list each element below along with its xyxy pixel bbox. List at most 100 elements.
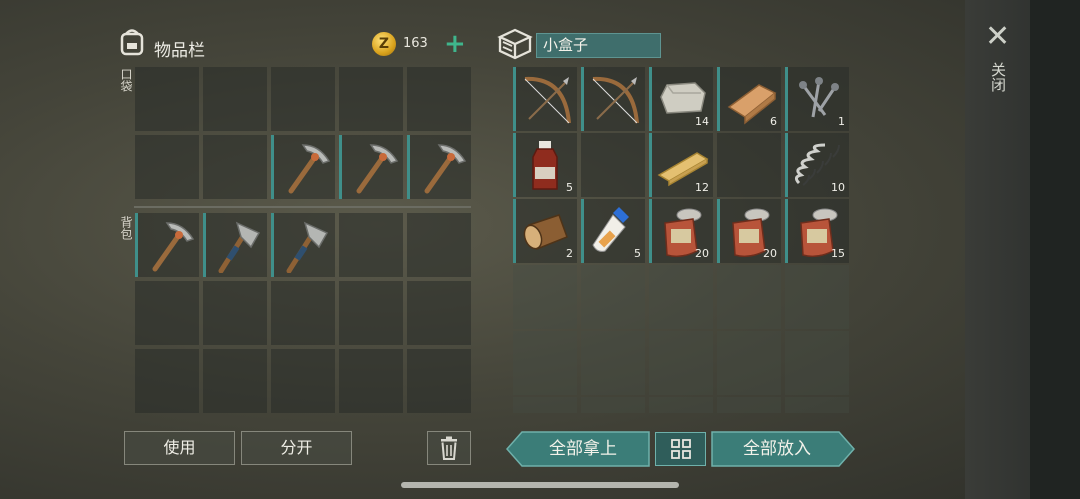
close-label[interactable]: 关闭 <box>988 62 1009 92</box>
item-count: 12 <box>695 181 709 194</box>
log-icon <box>523 214 568 250</box>
backpack-slot[interactable] <box>339 213 403 277</box>
container-slot[interactable] <box>649 397 713 413</box>
pocket-slot[interactable] <box>339 67 403 131</box>
side-panel-edge <box>1030 0 1080 499</box>
item-count: 20 <box>695 247 709 260</box>
pocket-slot[interactable] <box>407 67 471 131</box>
container-slot[interactable]: 20 <box>717 199 781 263</box>
pocket-slot[interactable] <box>135 135 199 199</box>
backpack-slot[interactable] <box>271 213 335 277</box>
container-slot[interactable] <box>581 265 645 329</box>
container-slot[interactable] <box>649 331 713 395</box>
container-slot[interactable] <box>785 397 849 413</box>
backpack-slot[interactable] <box>407 281 471 345</box>
container-slot[interactable] <box>581 133 645 197</box>
item-count: 10 <box>831 181 845 194</box>
pickaxe-icon <box>424 144 467 194</box>
item-count: 2 <box>566 247 573 260</box>
trash-button[interactable] <box>427 431 471 465</box>
container-slot[interactable] <box>513 265 577 329</box>
container-slot[interactable] <box>581 331 645 395</box>
sort-button[interactable] <box>655 432 706 466</box>
backpack-slot[interactable] <box>203 281 267 345</box>
backpack-slot[interactable] <box>135 281 199 345</box>
add-coins-button[interactable]: + <box>444 31 466 57</box>
split-button[interactable]: 分开 <box>241 431 352 465</box>
backpack-slot[interactable] <box>339 349 403 413</box>
pocket-slot[interactable] <box>339 135 403 199</box>
pocket-slot[interactable] <box>271 67 335 131</box>
backpack-slot[interactable] <box>407 213 471 277</box>
container-slot[interactable]: 2 <box>513 199 577 263</box>
pocket-slot[interactable] <box>407 135 471 199</box>
backpack-slot[interactable] <box>203 213 267 277</box>
home-indicator <box>401 482 679 488</box>
item-count: 15 <box>831 247 845 260</box>
item-count: 1 <box>838 115 845 128</box>
container-slot[interactable]: 14 <box>649 67 713 131</box>
item-count: 5 <box>634 247 641 260</box>
box-icon <box>497 28 533 60</box>
backpack-slot[interactable] <box>271 349 335 413</box>
put-all-button[interactable]: 全部放入 <box>711 432 843 466</box>
backpack-slot[interactable] <box>339 281 403 345</box>
container-slot[interactable]: 20 <box>649 199 713 263</box>
backpack-slot[interactable] <box>135 349 199 413</box>
container-slot[interactable] <box>717 331 781 395</box>
backpack-slot[interactable] <box>407 349 471 413</box>
container-slot[interactable] <box>717 397 781 413</box>
bow-icon <box>524 76 571 124</box>
backpack-slot[interactable] <box>203 349 267 413</box>
plank-icon <box>727 84 777 125</box>
container-slot[interactable] <box>581 67 645 131</box>
coin-icon: Z <box>372 32 396 56</box>
backpack-slot[interactable] <box>135 213 199 277</box>
grid-divider <box>134 206 471 208</box>
item-count: 6 <box>770 115 777 128</box>
pickaxe-icon <box>356 144 399 194</box>
container-slot[interactable] <box>717 265 781 329</box>
container-slot[interactable]: 5 <box>581 199 645 263</box>
container-slot[interactable] <box>513 67 577 131</box>
use-button[interactable]: 使用 <box>124 431 235 465</box>
backpack-label: 背包 <box>119 216 133 240</box>
backpack-slot[interactable] <box>271 281 335 345</box>
pocket-label: 口袋 <box>119 68 133 92</box>
pocket-slot[interactable] <box>135 67 199 131</box>
container-slot[interactable] <box>513 331 577 395</box>
pickaxe-icon <box>288 144 331 194</box>
bottle-icon <box>532 141 558 190</box>
trash-icon <box>441 436 457 460</box>
hatchet-icon <box>286 221 329 273</box>
take-all-button[interactable]: 全部拿上 <box>516 432 650 466</box>
coin-count: 163 <box>403 36 428 51</box>
container-slot[interactable] <box>785 265 849 329</box>
container-name: 小盒子 <box>536 33 661 58</box>
grid-sort-icon <box>670 439 691 459</box>
container-slot[interactable] <box>717 133 781 197</box>
pickaxe-icon <box>152 222 195 272</box>
container-slot[interactable]: 1 <box>785 67 849 131</box>
close-icon[interactable]: ✕ <box>985 22 1010 52</box>
inventory-title: 物品栏 <box>154 41 205 61</box>
bow-icon <box>592 76 639 124</box>
container-slot[interactable]: 12 <box>649 133 713 197</box>
item-count: 14 <box>695 115 709 128</box>
pocket-slot[interactable] <box>203 135 267 199</box>
hatchet-icon <box>218 221 261 273</box>
pocket-slot[interactable] <box>271 135 335 199</box>
container-slot[interactable]: 5 <box>513 133 577 197</box>
container-slot[interactable]: 6 <box>717 67 781 131</box>
item-count: 20 <box>763 247 777 260</box>
item-count: 5 <box>566 181 573 194</box>
nails-icon <box>799 77 839 118</box>
container-slot[interactable]: 10 <box>785 133 849 197</box>
container-slot[interactable] <box>785 331 849 395</box>
pocket-slot[interactable] <box>203 67 267 131</box>
container-slot[interactable] <box>513 397 577 413</box>
container-slot[interactable]: 15 <box>785 199 849 263</box>
container-slot[interactable] <box>649 265 713 329</box>
backpack-icon <box>120 29 144 56</box>
container-slot[interactable] <box>581 397 645 413</box>
